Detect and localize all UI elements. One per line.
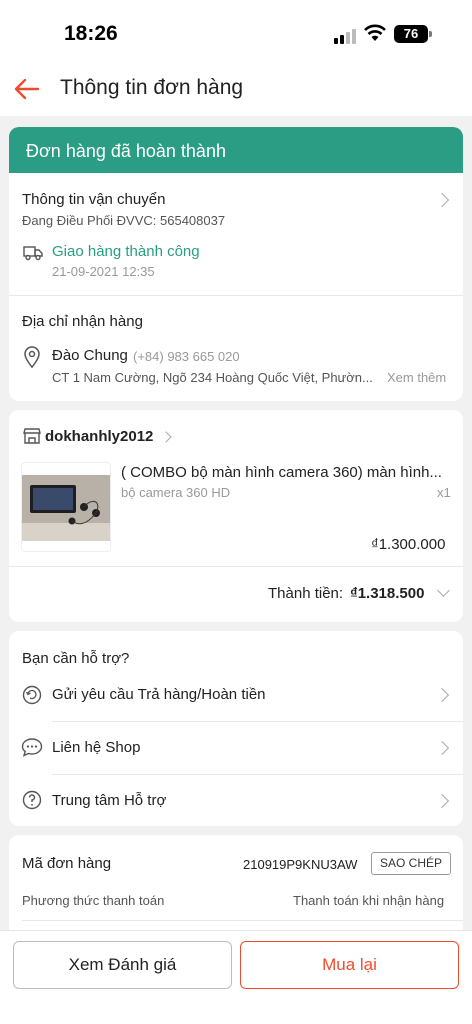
delivery-timestamp: 21-09-2021 12:35: [52, 264, 155, 279]
top-nav-bar: Thông tin đơn hàng: [0, 64, 472, 116]
chevron-right-icon: [434, 687, 450, 703]
return-icon: [22, 685, 42, 705]
page-title: Thông tin đơn hàng: [60, 76, 244, 99]
see-more-link[interactable]: Xem thêm: [387, 370, 446, 385]
order-code: 210919P9KNU3AW: [243, 857, 358, 872]
contact-shop-row[interactable]: Liên hệ Shop: [9, 722, 463, 774]
order-total-row[interactable]: Thành tiền: ₫1.318.500: [9, 567, 463, 622]
return-refund-row[interactable]: Gửi yêu cầu Trả hàng/Hoàn tiền: [9, 669, 463, 721]
divider: [22, 920, 463, 921]
payment-method-label: Phương thức thanh toán: [22, 893, 165, 908]
chevron-right-icon: [434, 192, 450, 208]
carrier-line: Đang Điều Phối ĐVVC: 565408037: [22, 213, 226, 228]
total-label: Thành tiền:: [268, 585, 344, 602]
shop-row[interactable]: dokhanhly2012: [9, 410, 463, 460]
support-item-label: Gửi yêu cầu Trả hàng/Hoàn tiền: [52, 686, 266, 703]
support-item-label: Liên hệ Shop: [52, 739, 141, 756]
copy-button[interactable]: SAO CHÉP: [370, 852, 451, 875]
help-center-row[interactable]: Trung tâm Hỗ trợ: [9, 775, 463, 826]
help-icon: [22, 790, 42, 810]
chevron-down-icon: [437, 584, 450, 597]
wifi-icon: [364, 24, 386, 41]
order-code-label: Mã đơn hàng: [22, 855, 112, 872]
address-line: CT 1 Nam Cường, Ngõ 234 Hoàng Quốc Việt,…: [52, 370, 373, 385]
shipping-info-title: Thông tin vận chuyển: [22, 191, 166, 208]
buy-again-button[interactable]: Mua lại: [240, 941, 459, 989]
support-title: Bạn cần hỗ trợ?: [22, 650, 130, 667]
product-quantity: x1: [437, 485, 451, 500]
battery-indicator: 76: [394, 25, 432, 43]
status-time: 18:26: [64, 22, 118, 45]
chat-icon: [21, 738, 43, 757]
chevron-right-icon: [434, 740, 450, 756]
support-card: Bạn cần hỗ trợ? Gửi yêu cầu Trả hàng/Hoà…: [9, 631, 463, 826]
support-item-label: Trung tâm Hỗ trợ: [52, 792, 167, 809]
delivery-status: Giao hàng thành công: [52, 243, 200, 260]
back-arrow-icon[interactable]: [14, 76, 40, 102]
truck-icon: [23, 246, 43, 261]
product-item[interactable]: ( COMBO bộ màn hình camera 360) màn hình…: [9, 460, 463, 565]
shop-icon: [23, 428, 41, 444]
shop-name: dokhanhly2012: [45, 428, 154, 445]
recipient-phone: (+84) 983 665 020: [133, 349, 240, 364]
chevron-right-icon: [160, 431, 172, 443]
product-variant: bộ camera 360 HD: [121, 485, 231, 500]
bottom-action-bar: Xem Đánh giá Mua lại: [0, 930, 472, 1024]
location-pin-icon: [24, 346, 40, 368]
address-title: Địa chỉ nhận hàng: [22, 313, 143, 330]
shipping-info-row[interactable]: Thông tin vận chuyển Đang Điều Phối ĐVVC…: [9, 173, 463, 293]
cellular-signal-icon: [334, 28, 358, 44]
chevron-right-icon: [434, 793, 450, 809]
payment-method-value: Thanh toán khi nhận hàng: [293, 893, 445, 908]
product-name: ( COMBO bộ màn hình camera 360) màn hình…: [121, 464, 442, 481]
product-image: [21, 462, 111, 552]
order-items-card: dokhanhly2012 ( COMBO bộ màn hình camera…: [9, 410, 463, 622]
address-section: Địa chỉ nhận hàng Đào Chung (+84) 983 66…: [9, 296, 463, 401]
view-review-button[interactable]: Xem Đánh giá: [13, 941, 232, 989]
product-price: ₫1.300.000: [371, 536, 446, 553]
order-status-banner: Đơn hàng đã hoàn thành: [9, 127, 463, 173]
recipient-name: Đào Chung: [52, 347, 128, 364]
order-status-card: Đơn hàng đã hoàn thành Thông tin vận chu…: [9, 127, 463, 401]
order-info-card: Mã đơn hàng 210919P9KNU3AW SAO CHÉP Phươ…: [9, 835, 463, 945]
total-value: ₫1.318.500: [350, 585, 425, 602]
status-bar: 18:26 76: [0, 0, 472, 64]
